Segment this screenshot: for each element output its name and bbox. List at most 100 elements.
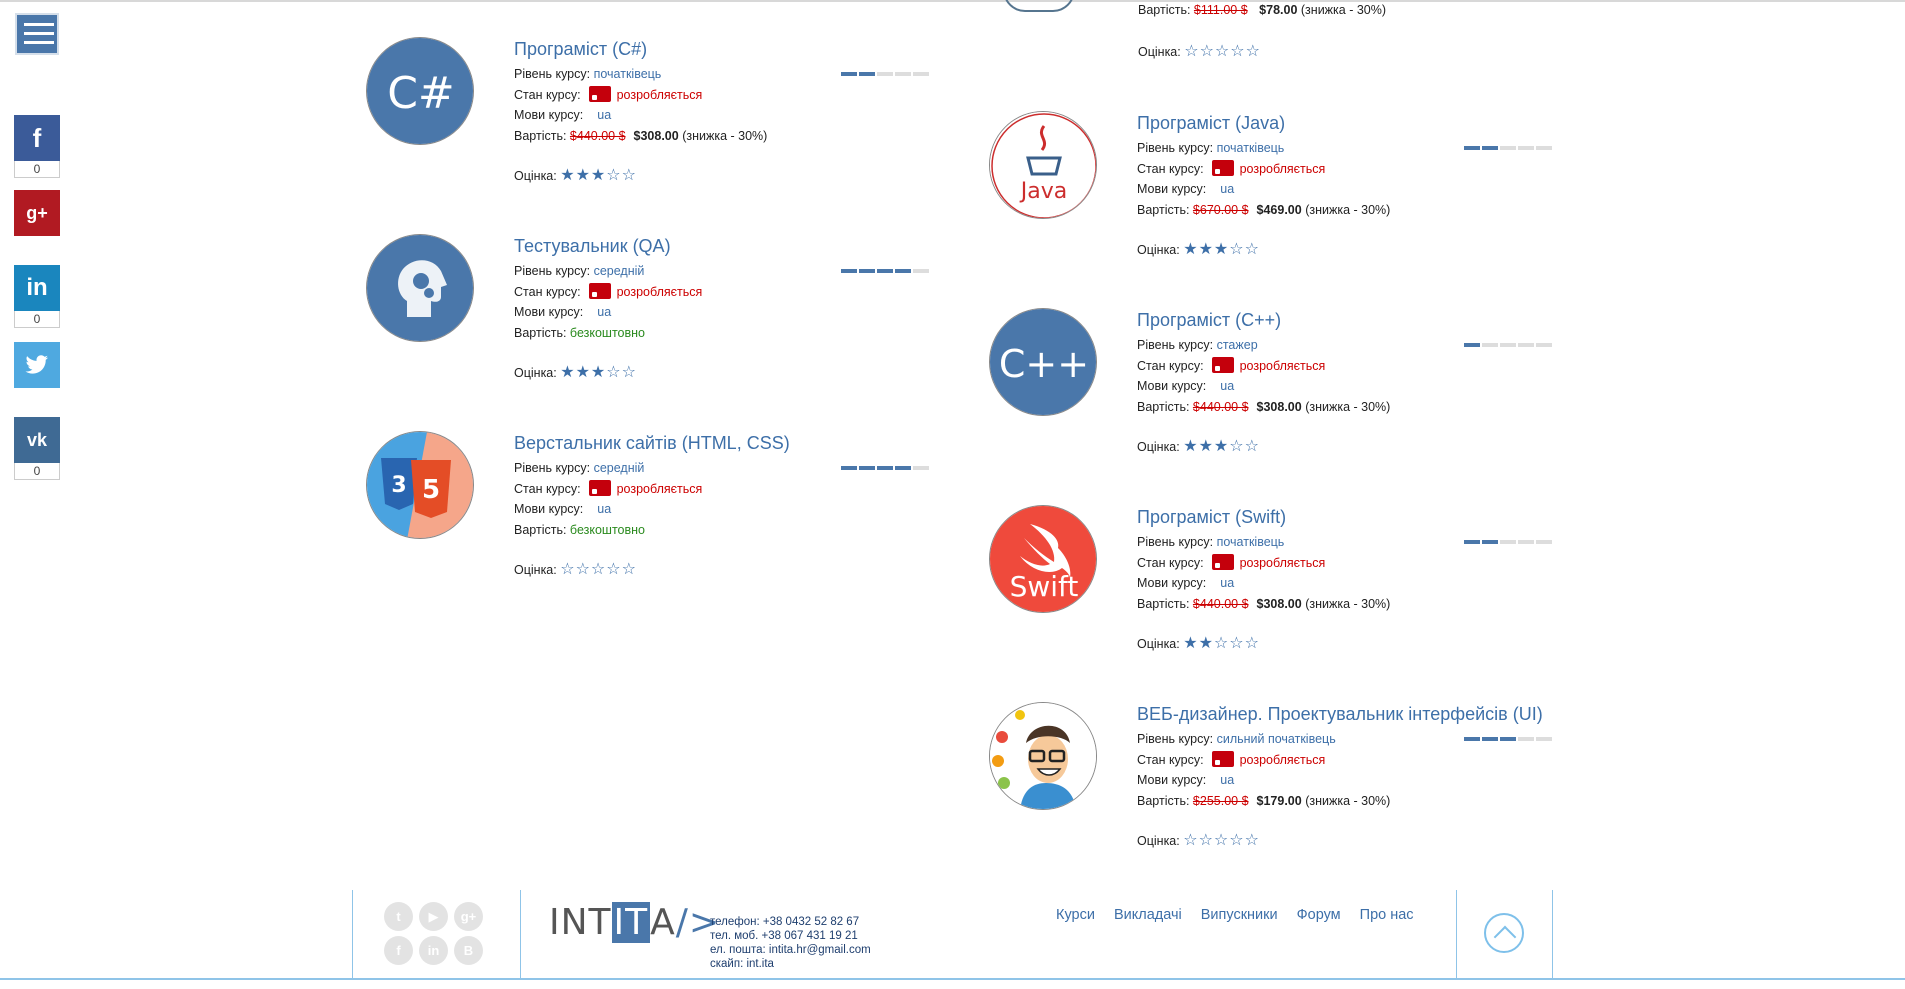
course-language: ua — [1220, 773, 1235, 787]
price-label: Вартість: — [1137, 399, 1190, 414]
level-bar-segment — [877, 72, 893, 76]
course-language: ua — [1220, 576, 1235, 590]
price-label: Вартість: — [514, 325, 567, 340]
course-title-link[interactable]: Програміст (C++) — [1137, 310, 1567, 331]
rating-label: Оцінка: — [1137, 834, 1180, 848]
hamburger-menu-button[interactable] — [15, 13, 59, 55]
twitter-icon[interactable]: t — [384, 902, 413, 931]
course-title-link[interactable]: Програміст (Swift) — [1137, 507, 1567, 528]
course-language: ua — [597, 305, 612, 319]
svg-text:C#: C# — [387, 68, 455, 119]
course-title-link[interactable]: Програміст (C#) — [514, 39, 944, 60]
course-card: C++ Програміст (C++) Рівень курсу: стажер С… — [989, 308, 1559, 458]
facebook-icon[interactable]: f — [384, 936, 413, 965]
course-level: початківець — [593, 67, 662, 81]
vk-share-count: 0 — [14, 463, 60, 480]
level-bar-segment — [1518, 146, 1534, 150]
course-status: розробляється — [1239, 358, 1326, 373]
old-price: $111.00 $ — [1193, 3, 1248, 17]
course-title-link[interactable]: Програміст (Java) — [1137, 113, 1567, 134]
level-bar-segment — [1518, 343, 1534, 347]
facebook-share-count: 0 — [14, 161, 60, 178]
ui-designer-logo[interactable] — [989, 702, 1097, 810]
course-level: стажер — [1216, 338, 1258, 352]
price-label: Вартість: — [514, 522, 567, 537]
course-title-link[interactable]: ВЕБ-дизайнер. Проектувальник інтерфейсів… — [1137, 704, 1567, 725]
level-bar-segment — [1464, 737, 1480, 741]
course-language: ua — [597, 108, 612, 122]
rating-label: Оцінка: — [1138, 45, 1181, 59]
level-bar-segment — [1464, 146, 1480, 150]
lock-icon — [588, 282, 611, 299]
java-logo[interactable]: Java — [989, 111, 1097, 219]
new-price: $308.00 — [633, 128, 679, 143]
scroll-to-top-button[interactable] — [1484, 913, 1524, 953]
price-label: Вартість: — [1138, 3, 1191, 17]
facebook-icon[interactable]: f — [14, 115, 60, 161]
intita-logo[interactable]: INTITA/> — [549, 902, 720, 943]
linkedin-icon[interactable]: in — [14, 265, 60, 311]
course-title-link[interactable]: Верстальник сайтів (HTML, CSS) — [514, 433, 944, 454]
course-level-indicator — [1464, 737, 1552, 741]
vk-icon[interactable]: vk — [14, 417, 60, 463]
discount-text: (знижка - 30%) — [682, 128, 768, 143]
google-plus-icon[interactable]: g+ — [14, 190, 60, 236]
swift-logo[interactable]: Swift — [989, 505, 1097, 613]
footer-bottom-line — [0, 978, 1905, 980]
discount-text: (знижка - 30%) — [1305, 596, 1391, 611]
level-bar-segment — [913, 466, 929, 470]
facebook-share[interactable]: f 0 — [14, 115, 60, 178]
html-css-logo[interactable]: 35 — [366, 431, 474, 539]
vk-share[interactable]: vk 0 — [14, 417, 60, 480]
footer-nav-graduates[interactable]: Випускники — [1201, 907, 1278, 923]
blogger-icon[interactable]: B — [454, 936, 483, 965]
level-bar-segment — [859, 466, 875, 470]
mobile-text: тел. моб. +38 067 431 19 21 — [710, 930, 858, 942]
csharp-logo[interactable]: C# — [366, 37, 474, 145]
course-level-indicator — [841, 72, 929, 76]
footer-nav-teachers[interactable]: Викладачі — [1114, 907, 1182, 923]
level-bar-segment — [1500, 737, 1516, 741]
status-label: Стан курсу: — [1137, 555, 1204, 570]
linkedin-share[interactable]: in 0 — [14, 265, 60, 328]
free-price: безкоштовно — [569, 522, 645, 537]
google-plus-share[interactable]: g+ — [14, 190, 60, 236]
new-price: $179.00 — [1256, 793, 1302, 808]
langs-label: Мови курсу: — [514, 502, 584, 516]
discount-text: (знижка - 30%) — [1305, 202, 1391, 217]
course-language: ua — [1220, 182, 1235, 196]
qa-logo[interactable] — [366, 234, 474, 342]
rating-stars: ☆☆☆☆☆ — [1184, 43, 1261, 60]
svg-text:5: 5 — [422, 475, 440, 505]
free-price: безкоштовно — [569, 325, 645, 340]
level-bar-segment — [895, 269, 911, 273]
footer-nav-about[interactable]: Про нас — [1360, 907, 1414, 923]
level-bar-segment — [1500, 146, 1516, 150]
rating-stars: ★★★☆☆ — [1183, 241, 1260, 258]
rating-label: Оцінка: — [514, 563, 557, 577]
langs-label: Мови курсу: — [1137, 182, 1207, 196]
new-price: $308.00 — [1256, 399, 1302, 414]
linkedin-icon[interactable]: in — [419, 936, 448, 965]
price-label: Вартість: — [1137, 596, 1190, 611]
level-bar-segment — [1536, 540, 1552, 544]
skype-text: скайп: int.ita — [710, 958, 774, 970]
cpp-logo[interactable]: C++ — [989, 308, 1097, 416]
level-label: Рівень курсу: — [1137, 141, 1214, 155]
footer-divider — [352, 890, 353, 979]
footer-nav-courses[interactable]: Курси — [1056, 907, 1095, 923]
twitter-icon[interactable] — [14, 342, 60, 388]
svg-text:C++: C++ — [999, 342, 1089, 386]
course-status: розробляється — [1239, 752, 1326, 767]
course-language: ua — [1220, 379, 1235, 393]
course-level-indicator — [841, 466, 929, 470]
partial-course-logo — [1003, 0, 1075, 12]
footer-nav-forum[interactable]: Форум — [1297, 907, 1341, 923]
youtube-icon[interactable]: ▶ — [419, 902, 448, 931]
course-status: розробляється — [1239, 161, 1326, 176]
level-bar-segment — [1464, 343, 1480, 347]
twitter-share[interactable] — [14, 342, 60, 388]
course-title-link[interactable]: Тестувальник (QA) — [514, 236, 944, 257]
google-plus-icon[interactable]: g+ — [454, 902, 483, 931]
course-level: сильний початківець — [1216, 732, 1336, 746]
